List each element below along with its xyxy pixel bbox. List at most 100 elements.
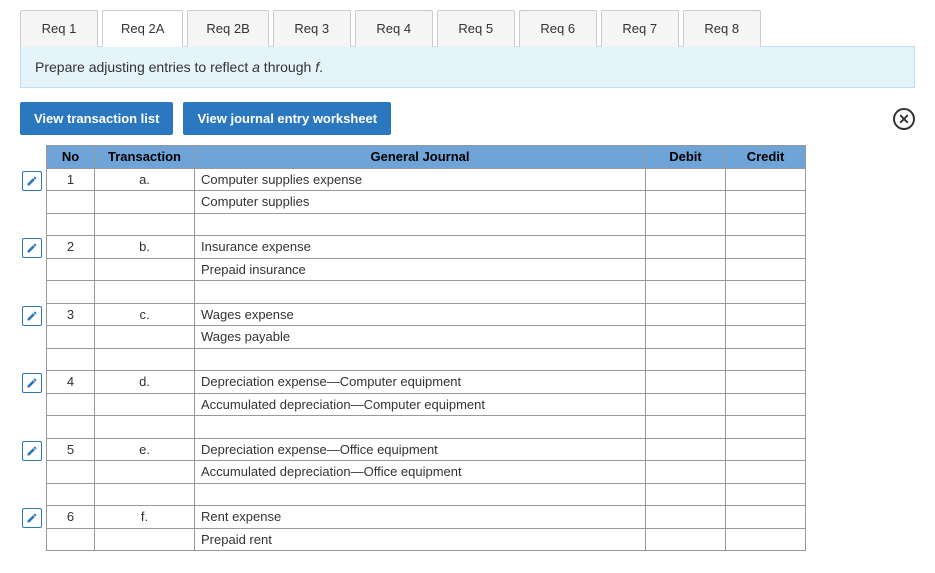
cell-credit[interactable]: [726, 258, 806, 281]
cell-credit[interactable]: [726, 326, 806, 349]
cell-transaction[interactable]: c.: [95, 303, 195, 326]
tab-req-3[interactable]: Req 3: [273, 10, 351, 47]
cell-transaction[interactable]: [95, 528, 195, 551]
cell-credit[interactable]: [726, 528, 806, 551]
cell-credit[interactable]: [726, 191, 806, 214]
edit-entry-button[interactable]: [22, 508, 42, 528]
cell-general-journal[interactable]: Prepaid insurance: [195, 258, 646, 281]
cell-no[interactable]: [47, 213, 95, 236]
cell-general-journal[interactable]: [195, 483, 646, 506]
cell-debit[interactable]: [646, 371, 726, 394]
tab-req-2b[interactable]: Req 2B: [187, 10, 268, 47]
edit-entry-button[interactable]: [22, 373, 42, 393]
cell-no[interactable]: [47, 258, 95, 281]
cell-no[interactable]: 1: [47, 168, 95, 191]
cell-debit[interactable]: [646, 281, 726, 304]
cell-no[interactable]: [47, 528, 95, 551]
cell-transaction[interactable]: [95, 483, 195, 506]
cell-debit[interactable]: [646, 461, 726, 484]
cell-debit[interactable]: [646, 528, 726, 551]
cell-transaction[interactable]: a.: [95, 168, 195, 191]
cell-general-journal[interactable]: Wages payable: [195, 326, 646, 349]
cell-debit[interactable]: [646, 236, 726, 259]
cell-credit[interactable]: [726, 303, 806, 326]
cell-no[interactable]: [47, 393, 95, 416]
cell-no[interactable]: 2: [47, 236, 95, 259]
cell-no[interactable]: [47, 191, 95, 214]
view-journal-worksheet-button[interactable]: View journal entry worksheet: [183, 102, 391, 135]
cell-general-journal[interactable]: [195, 416, 646, 439]
cell-no[interactable]: 4: [47, 371, 95, 394]
cell-no[interactable]: [47, 416, 95, 439]
tab-req-5[interactable]: Req 5: [437, 10, 515, 47]
cell-credit[interactable]: [726, 213, 806, 236]
cell-no[interactable]: [47, 281, 95, 304]
cell-no[interactable]: [47, 483, 95, 506]
cell-no[interactable]: [47, 326, 95, 349]
cell-general-journal[interactable]: Computer supplies: [195, 191, 646, 214]
cell-no[interactable]: 6: [47, 506, 95, 529]
cell-credit[interactable]: [726, 168, 806, 191]
cell-general-journal[interactable]: [195, 348, 646, 371]
cell-credit[interactable]: [726, 371, 806, 394]
tab-req-8[interactable]: Req 8: [683, 10, 761, 47]
cell-transaction[interactable]: [95, 281, 195, 304]
cell-general-journal[interactable]: Wages expense: [195, 303, 646, 326]
cell-transaction[interactable]: e.: [95, 438, 195, 461]
tab-req-4[interactable]: Req 4: [355, 10, 433, 47]
cell-debit[interactable]: [646, 326, 726, 349]
edit-entry-button[interactable]: [22, 171, 42, 191]
cell-general-journal[interactable]: [195, 281, 646, 304]
edit-entry-button[interactable]: [22, 238, 42, 258]
view-transaction-list-button[interactable]: View transaction list: [20, 102, 173, 135]
cell-general-journal[interactable]: Computer supplies expense: [195, 168, 646, 191]
cell-debit[interactable]: [646, 168, 726, 191]
close-icon[interactable]: ✕: [893, 108, 915, 130]
cell-transaction[interactable]: [95, 258, 195, 281]
cell-general-journal[interactable]: [195, 213, 646, 236]
cell-transaction[interactable]: b.: [95, 236, 195, 259]
cell-general-journal[interactable]: Rent expense: [195, 506, 646, 529]
cell-general-journal[interactable]: Prepaid rent: [195, 528, 646, 551]
cell-transaction[interactable]: [95, 213, 195, 236]
cell-credit[interactable]: [726, 506, 806, 529]
cell-transaction[interactable]: [95, 348, 195, 371]
edit-entry-button[interactable]: [22, 441, 42, 461]
tab-req-2a[interactable]: Req 2A: [102, 10, 183, 47]
edit-entry-button[interactable]: [22, 306, 42, 326]
cell-transaction[interactable]: [95, 461, 195, 484]
cell-no[interactable]: [47, 348, 95, 371]
cell-credit[interactable]: [726, 236, 806, 259]
cell-credit[interactable]: [726, 393, 806, 416]
cell-credit[interactable]: [726, 461, 806, 484]
cell-debit[interactable]: [646, 258, 726, 281]
tab-req-7[interactable]: Req 7: [601, 10, 679, 47]
cell-transaction[interactable]: [95, 393, 195, 416]
cell-general-journal[interactable]: Depreciation expense—Computer equipment: [195, 371, 646, 394]
cell-debit[interactable]: [646, 213, 726, 236]
cell-general-journal[interactable]: Accumulated depreciation—Computer equipm…: [195, 393, 646, 416]
cell-debit[interactable]: [646, 348, 726, 371]
cell-general-journal[interactable]: Accumulated depreciation—Office equipmen…: [195, 461, 646, 484]
cell-transaction[interactable]: [95, 326, 195, 349]
cell-no[interactable]: [47, 461, 95, 484]
tab-req-1[interactable]: Req 1: [20, 10, 98, 47]
cell-debit[interactable]: [646, 506, 726, 529]
cell-debit[interactable]: [646, 303, 726, 326]
cell-no[interactable]: 3: [47, 303, 95, 326]
cell-credit[interactable]: [726, 438, 806, 461]
cell-credit[interactable]: [726, 483, 806, 506]
cell-credit[interactable]: [726, 348, 806, 371]
tab-req-6[interactable]: Req 6: [519, 10, 597, 47]
cell-general-journal[interactable]: Depreciation expense—Office equipment: [195, 438, 646, 461]
cell-transaction[interactable]: [95, 416, 195, 439]
cell-debit[interactable]: [646, 393, 726, 416]
cell-transaction[interactable]: d.: [95, 371, 195, 394]
cell-debit[interactable]: [646, 191, 726, 214]
cell-credit[interactable]: [726, 416, 806, 439]
cell-no[interactable]: 5: [47, 438, 95, 461]
cell-transaction[interactable]: [95, 191, 195, 214]
cell-transaction[interactable]: f.: [95, 506, 195, 529]
cell-credit[interactable]: [726, 281, 806, 304]
cell-debit[interactable]: [646, 483, 726, 506]
